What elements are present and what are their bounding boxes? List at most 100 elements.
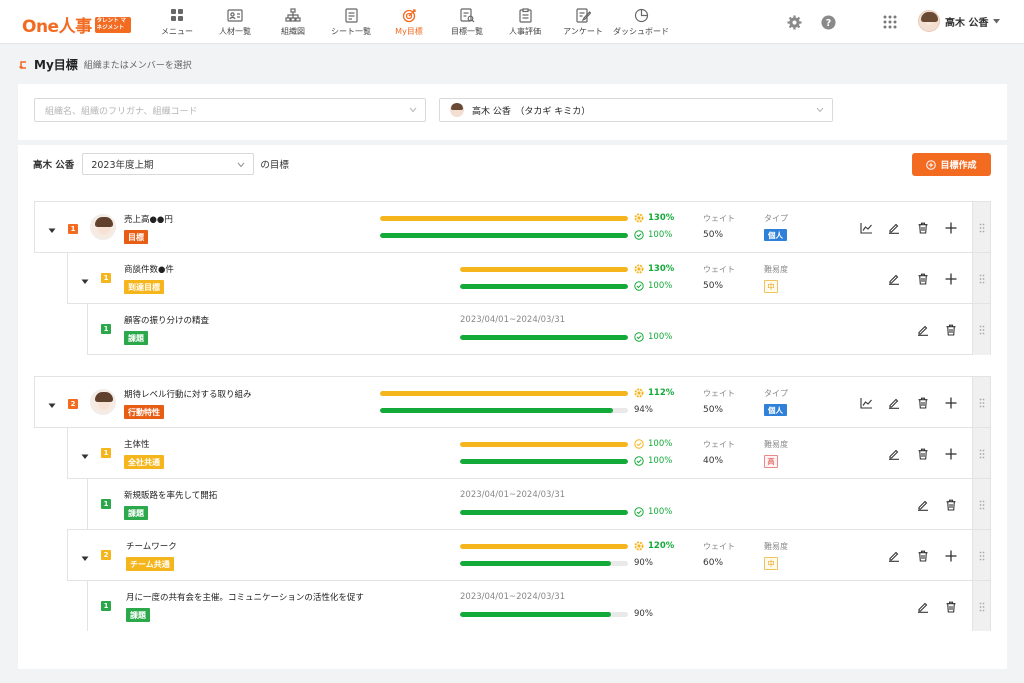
drag-handle-icon[interactable] (972, 581, 990, 632)
plus-circle-icon (926, 159, 937, 170)
nav-item-1[interactable]: 人材一覧 (206, 0, 264, 44)
expand-caret-icon[interactable] (81, 552, 89, 561)
goal-name[interactable]: 顧客の振り分けの精査 (124, 314, 209, 326)
drag-handle-icon[interactable] (972, 377, 990, 428)
drag-handle-icon[interactable] (972, 304, 990, 355)
progress-chart-icon[interactable] (859, 396, 873, 410)
completion-progress-bar (460, 561, 628, 566)
nav-item-label: 人事評価 (509, 26, 541, 36)
goal-name[interactable]: 新規販路を率先して開拓 (124, 489, 217, 501)
goal-name[interactable]: 主体性 (124, 438, 150, 450)
goal-row-level-3[interactable]: 1 月に一度の共有会を主催。コミュニケーションの活性化を促す 課題 2023/04/0… (87, 580, 991, 632)
nav-item-3[interactable]: シート一覧 (322, 0, 380, 44)
edit-pencil-icon[interactable] (887, 272, 901, 286)
nav-item-0[interactable]: メニュー (148, 0, 206, 44)
goal-list-icon (459, 7, 475, 23)
drag-handle-icon[interactable] (972, 202, 990, 253)
period-select[interactable]: 2023年度上期 (82, 153, 255, 175)
expand-caret-icon[interactable] (48, 224, 56, 233)
drag-handle-icon[interactable] (972, 530, 990, 581)
add-subgoal-plus-icon[interactable] (944, 549, 958, 563)
delete-trash-icon[interactable] (944, 323, 958, 337)
edit-pencil-icon[interactable] (887, 447, 901, 461)
delete-trash-icon[interactable] (916, 549, 930, 563)
delete-trash-icon[interactable] (916, 272, 930, 286)
drag-handle-icon[interactable] (972, 479, 990, 530)
goal-row-level-2[interactable]: 2 チームワーク チーム共通 120% 90% ウェイト 60% 難易度中 (67, 529, 991, 581)
nav-item-2[interactable]: 組織図 (264, 0, 322, 44)
nav-item-6[interactable]: 人事評価 (496, 0, 554, 44)
goal-name[interactable]: 商談件数●件 (124, 263, 174, 275)
add-subgoal-plus-icon[interactable] (944, 272, 958, 286)
add-subgoal-plus-icon[interactable] (944, 396, 958, 410)
back-arrow-icon[interactable] (18, 60, 28, 70)
nav-item-label: 目標一覧 (451, 26, 483, 36)
achievement-rate: 130% (634, 213, 674, 223)
nav-item-label: 人材一覧 (219, 26, 251, 36)
completion-progress-bar (380, 233, 628, 238)
goal-name[interactable]: 月に一度の共有会を主催。コミュニケーションの活性化を促す (126, 591, 364, 603)
goal-row-level-1[interactable]: 2 期待レベル行動に対する取り組み 行動特性 112% 94% ウェイト 50% タイプ 個人 (34, 376, 991, 428)
goal-number-badge: 2 (101, 550, 111, 560)
goal-row-level-3[interactable]: 1 顧客の振り分けの精査 課題 2023/04/01~2024/03/31 100% (87, 303, 991, 355)
apps-grid-icon[interactable] (881, 13, 899, 31)
nav-item-4[interactable]: My目標 (380, 0, 438, 44)
completion-rate: 100% (634, 281, 672, 291)
goal-number-badge: 1 (101, 273, 111, 283)
filter-panel: 組織名、組織のフリガナ、組織コード 高木 公香 （タカギ キミカ） (18, 84, 1007, 140)
weight-label: ウェイト (703, 214, 735, 223)
org-select[interactable]: 組織名、組織のフリガナ、組織コード (34, 98, 426, 122)
goal-category-tag: チーム共通 (126, 557, 174, 571)
add-subgoal-plus-icon[interactable] (944, 447, 958, 461)
expand-caret-icon[interactable] (48, 399, 56, 408)
edit-pencil-icon[interactable] (916, 498, 930, 512)
id-card-icon (227, 8, 243, 23)
goal-name[interactable]: 期待レベル行動に対する取り組み (124, 388, 252, 400)
edit-pencil-icon[interactable] (916, 323, 930, 337)
goal-name[interactable]: 売上高●●円 (124, 213, 173, 225)
goal-row-level-1[interactable]: 1 売上高●●円 目標 130% 100% ウェイト 50% タイプ 個人 (34, 201, 991, 253)
edit-pencil-icon[interactable] (887, 221, 901, 235)
nav-item-5[interactable]: 目標一覧 (438, 0, 496, 44)
edit-pencil-icon[interactable] (887, 549, 901, 563)
nav-item-8[interactable]: ダッシュボード (612, 0, 670, 44)
drag-handle-icon[interactable] (972, 253, 990, 304)
weight-label: ウェイト (703, 440, 735, 449)
difficulty-badge: 高 (764, 455, 778, 468)
goal-name[interactable]: チームワーク (126, 540, 177, 552)
completion-check-icon (634, 281, 644, 291)
goal-number-badge: 1 (101, 324, 111, 334)
create-goal-button[interactable]: 目標作成 (912, 153, 991, 176)
svg-text:?: ? (825, 17, 830, 28)
member-select[interactable]: 高木 公香 （タカギ キミカ） (439, 98, 833, 122)
drag-handle-icon[interactable] (972, 428, 990, 479)
goal-category-tag: 全社共通 (124, 455, 164, 469)
delete-trash-icon[interactable] (944, 498, 958, 512)
user-menu[interactable]: 高木 公香 (918, 10, 1001, 32)
help-icon[interactable]: ? (819, 13, 837, 31)
add-subgoal-plus-icon[interactable] (944, 221, 958, 235)
expand-caret-icon[interactable] (81, 450, 89, 459)
goal-row-level-3[interactable]: 1 新規販路を率先して開拓 課題 2023/04/01~2024/03/31 100% (87, 478, 991, 530)
delete-trash-icon[interactable] (916, 396, 930, 410)
completion-progress-bar (460, 459, 628, 464)
delete-trash-icon[interactable] (916, 221, 930, 235)
completion-progress-fill (380, 408, 614, 413)
goal-row-level-2[interactable]: 1 商談件数●件 到達目標 130% 100% ウェイト 50% 難易度中 (67, 252, 991, 304)
caret-down-icon (993, 18, 1001, 23)
app-logo[interactable]: One人事 タレント マネジメント (22, 12, 131, 37)
goal-row-level-2[interactable]: 1 主体性 全社共通 100% 100% ウェイト 40% 難易度高 (67, 427, 991, 479)
user-avatar (918, 10, 940, 32)
delete-trash-icon[interactable] (916, 447, 930, 461)
type-badge: 個人 (764, 229, 787, 241)
nav-item-7[interactable]: アンケート (554, 0, 612, 44)
goal-category-tag: 行動特性 (124, 405, 164, 419)
progress-chart-icon[interactable] (859, 221, 873, 235)
achievement-star-icon (634, 541, 644, 551)
settings-gear-icon[interactable] (785, 13, 803, 31)
grid-icon (169, 8, 185, 23)
edit-pencil-icon[interactable] (916, 600, 930, 614)
delete-trash-icon[interactable] (944, 600, 958, 614)
edit-pencil-icon[interactable] (887, 396, 901, 410)
expand-caret-icon[interactable] (81, 275, 89, 284)
